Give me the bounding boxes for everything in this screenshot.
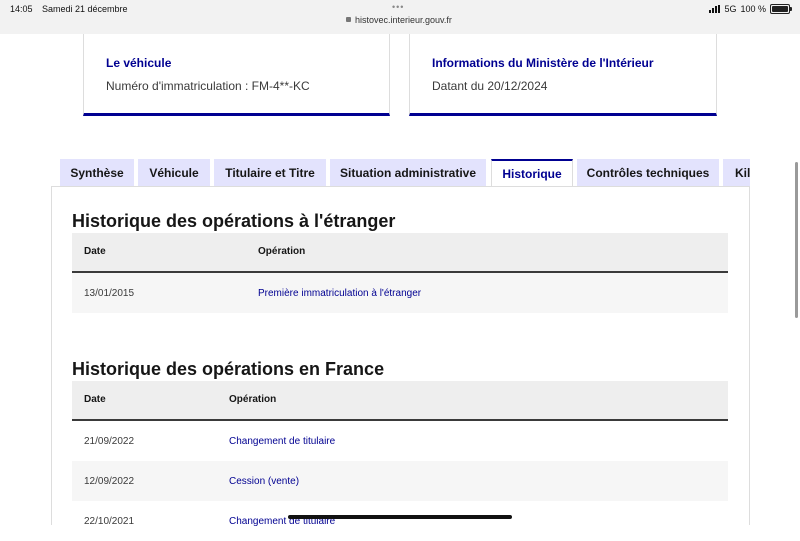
page-scrollbar[interactable] xyxy=(795,162,798,318)
registration-number: Numéro d'immatriculation : FM-4**-KC xyxy=(106,79,310,93)
abroad-table-header: Date Opération xyxy=(72,233,728,273)
browser-status-bar: 14:05 Samedi 21 décembre ••• histovec.in… xyxy=(0,0,800,34)
table-row: 13/01/2015 Première immatriculation à l'… xyxy=(72,273,728,313)
table-row: 21/09/2022 Changement de titulaire xyxy=(72,421,728,461)
row-date: 21/09/2022 xyxy=(84,436,135,447)
status-date: Samedi 21 décembre xyxy=(42,4,128,14)
row-operation-link[interactable]: Changement de titulaire xyxy=(229,436,335,447)
address-bar[interactable]: histovec.interieur.gouv.fr xyxy=(346,15,452,25)
data-date: Datant du 20/12/2024 xyxy=(432,79,548,93)
battery-label: 100 % xyxy=(740,4,766,14)
column-date: Date xyxy=(84,246,106,257)
table-row: 22/10/2021 Changement de titulaire xyxy=(72,501,728,541)
lock-icon xyxy=(346,17,351,22)
row-operation-link[interactable]: Première immatriculation à l'étranger xyxy=(258,288,421,299)
home-indicator[interactable] xyxy=(288,515,512,519)
france-history-title: Historique des opérations en France xyxy=(72,359,385,379)
signal-icon xyxy=(709,5,721,13)
tab-kilometrage[interactable]: Kilométrage xyxy=(723,159,750,187)
column-operation: Opération xyxy=(258,246,306,257)
more-dots-icon[interactable]: ••• xyxy=(392,2,404,12)
url-text: histovec.interieur.gouv.fr xyxy=(355,15,452,25)
battery-icon xyxy=(770,4,792,14)
france-table-header: Date Opération xyxy=(72,381,728,421)
tab-controles-techniques[interactable]: Contrôles techniques xyxy=(577,159,719,187)
tab-situation-administrative[interactable]: Situation administrative xyxy=(330,159,486,187)
row-operation-link[interactable]: Cession (vente) xyxy=(229,476,299,487)
ministry-card-title: Informations du Ministère de l'Intérieur xyxy=(432,56,654,70)
tab-synthese[interactable]: Synthèse xyxy=(60,159,134,187)
report-tabs: Synthèse Véhicule Titulaire et Titre Sit… xyxy=(60,159,750,187)
vehicle-card: Le véhicule Numéro d'immatriculation : F… xyxy=(83,34,390,116)
status-time: 14:05 xyxy=(10,4,33,14)
row-date: 13/01/2015 xyxy=(84,288,135,299)
ministry-info-card: Informations du Ministère de l'Intérieur… xyxy=(409,34,717,116)
table-row: 12/09/2022 Cession (vente) xyxy=(72,461,728,501)
column-date: Date xyxy=(84,394,106,405)
row-date: 12/09/2022 xyxy=(84,476,135,487)
tab-titulaire[interactable]: Titulaire et Titre xyxy=(214,159,326,187)
tab-vehicule[interactable]: Véhicule xyxy=(138,159,210,187)
column-operation: Opération xyxy=(229,394,277,405)
vehicle-card-title: Le véhicule xyxy=(106,56,172,70)
status-indicators: 5G 100 % xyxy=(709,4,792,14)
network-label: 5G xyxy=(724,4,737,14)
row-date: 22/10/2021 xyxy=(84,516,135,527)
tab-historique[interactable]: Historique xyxy=(491,159,573,187)
abroad-history-title: Historique des opérations à l'étranger xyxy=(72,211,396,231)
